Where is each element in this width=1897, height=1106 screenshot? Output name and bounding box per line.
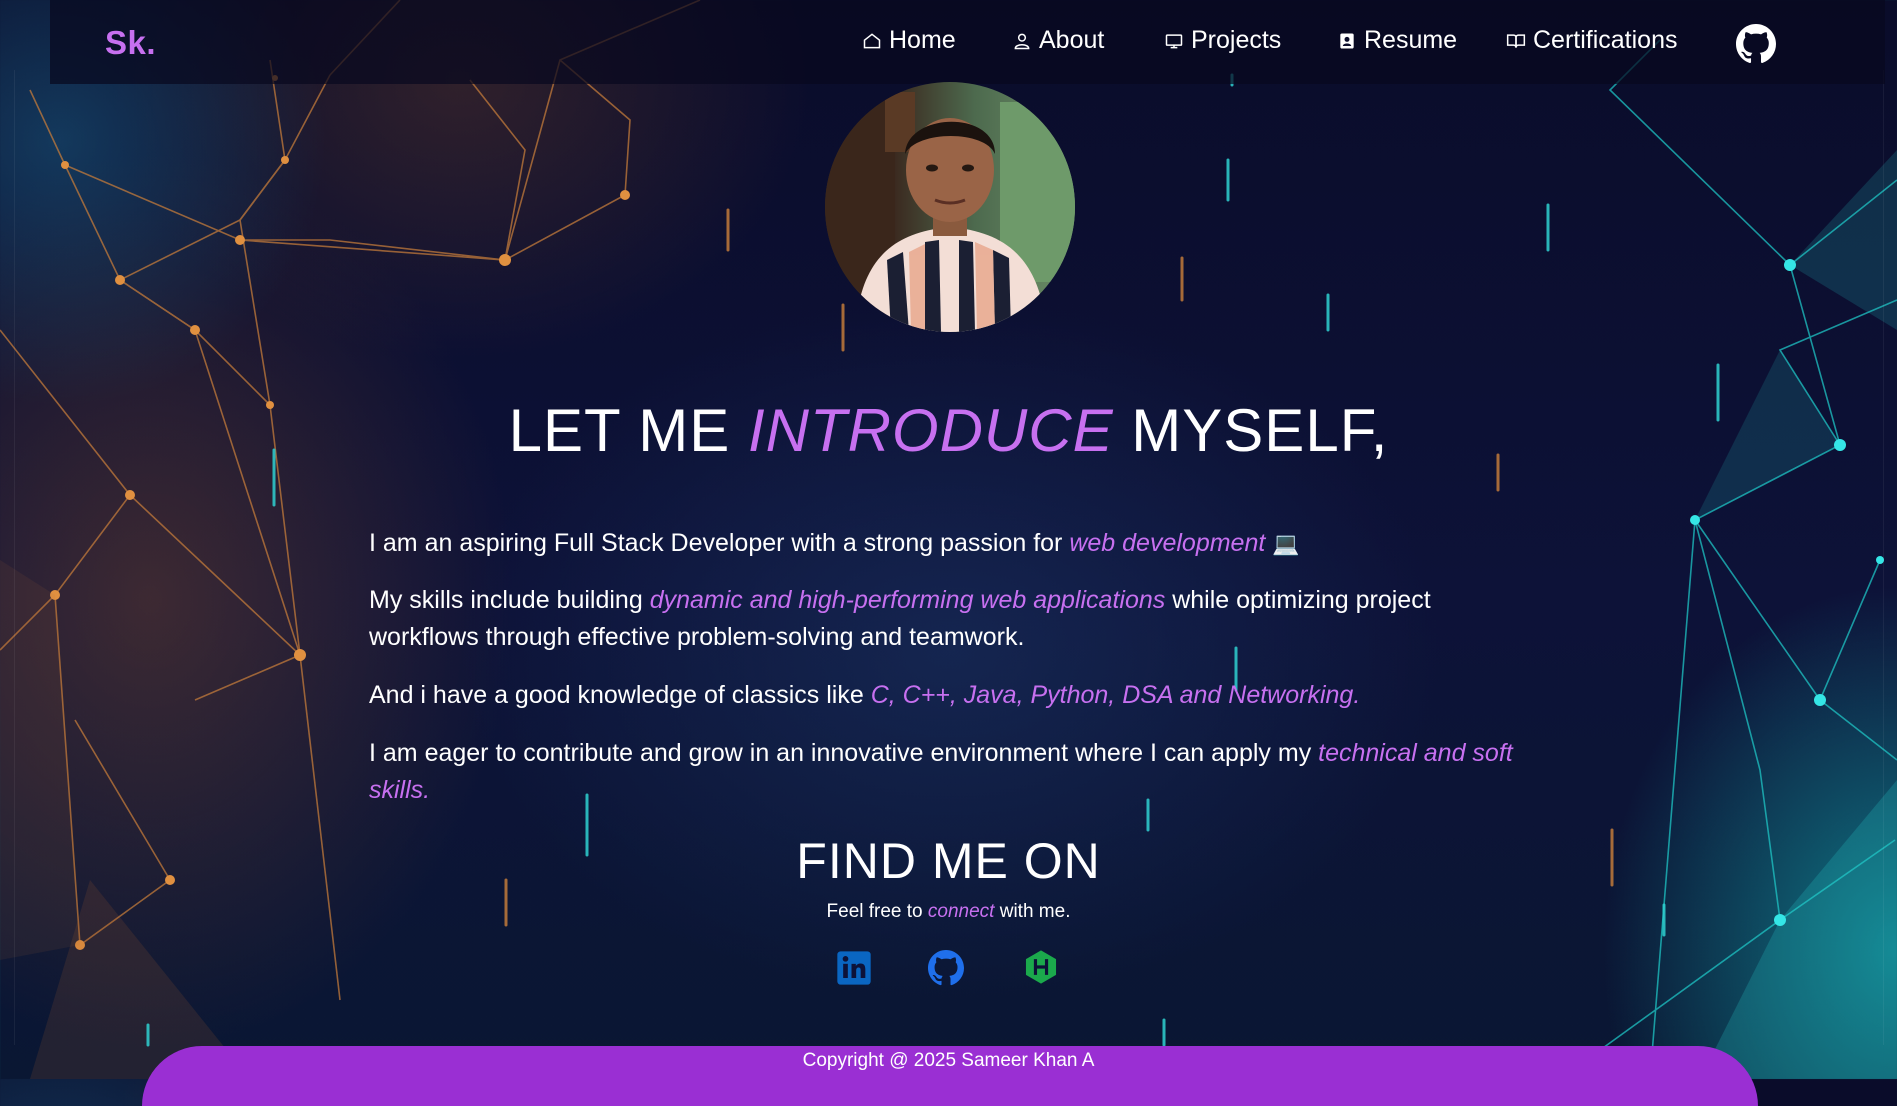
github-icon: [1736, 24, 1776, 64]
resume-icon: [1340, 33, 1354, 48]
hackerrank-icon: [1025, 950, 1057, 984]
find-me-heading: FIND ME ON: [796, 833, 1101, 889]
subtitle-highlight: connect: [927, 901, 995, 922]
github-nav-button[interactable]: [1736, 24, 1776, 64]
intro-paragraph-1: I am an aspiring Full Stack Developer wi…: [369, 525, 1529, 562]
nav-item-label: Projects: [1191, 26, 1282, 54]
laptop-icon: 💻: [1272, 531, 1300, 556]
paragraph-highlight: web development: [1069, 529, 1266, 557]
intro-paragraph-3: And i have a good knowledge of classics …: [369, 677, 1529, 714]
profile-avatar: [825, 82, 1075, 332]
linkedin-link[interactable]: [834, 948, 874, 988]
home-icon: [863, 32, 881, 48]
paragraph-highlight: C, C++, Java, Python, DSA and Networking…: [870, 681, 1361, 709]
footer-copyright: Copyright @ 2025 Sameer Khan A: [802, 1050, 1095, 1071]
nav-item-label: About: [1039, 26, 1105, 54]
nav-item-label: Home: [889, 26, 956, 54]
intro-heading-post: MYSELF,: [1113, 397, 1389, 464]
nav-item-certifications[interactable]: Certifications: [1506, 26, 1678, 55]
paragraph-text: I am eager to contribute and grow in an …: [369, 739, 1319, 767]
intro-paragraph-4: I am eager to contribute and grow in an …: [369, 735, 1529, 809]
site-logo[interactable]: Sk.: [105, 24, 156, 62]
profile-photo: [825, 82, 1075, 332]
paragraph-text: My skills include building: [369, 586, 650, 614]
nav-item-resume[interactable]: Resume: [1337, 26, 1457, 55]
subtitle-text: with me.: [994, 901, 1071, 922]
nav-item-label: Resume: [1364, 26, 1458, 54]
find-me-subtitle: Feel free to connect with me.: [0, 901, 1897, 923]
intro-heading-pre: LET ME: [508, 397, 748, 464]
user-icon: [1014, 33, 1030, 49]
hackerrank-link[interactable]: [1022, 948, 1062, 988]
intro-paragraph-2: My skills include building dynamic and h…: [369, 582, 1529, 656]
subtitle-text: Feel free to: [826, 901, 928, 922]
intro-heading: LET ME INTRODUCE MYSELF,: [0, 396, 1897, 465]
nav-item-projects[interactable]: Projects: [1164, 26, 1281, 55]
intro-heading-accent: INTRODUCE: [747, 397, 1114, 464]
nav-item-label: Certifications: [1533, 26, 1678, 54]
paragraph-highlight: dynamic and high-performing web applicat…: [649, 586, 1166, 614]
nav-item-home[interactable]: Home: [862, 26, 956, 55]
monitor-icon: [1165, 33, 1183, 48]
github-icon: [928, 950, 964, 986]
book-icon: [1506, 33, 1526, 48]
linkedin-icon: [837, 951, 871, 985]
paragraph-text: And i have a good knowledge of classics …: [369, 681, 871, 709]
github-link[interactable]: [926, 948, 966, 988]
nav-item-about[interactable]: About: [1012, 26, 1104, 55]
paragraph-text: I am an aspiring Full Stack Developer wi…: [369, 529, 1070, 557]
